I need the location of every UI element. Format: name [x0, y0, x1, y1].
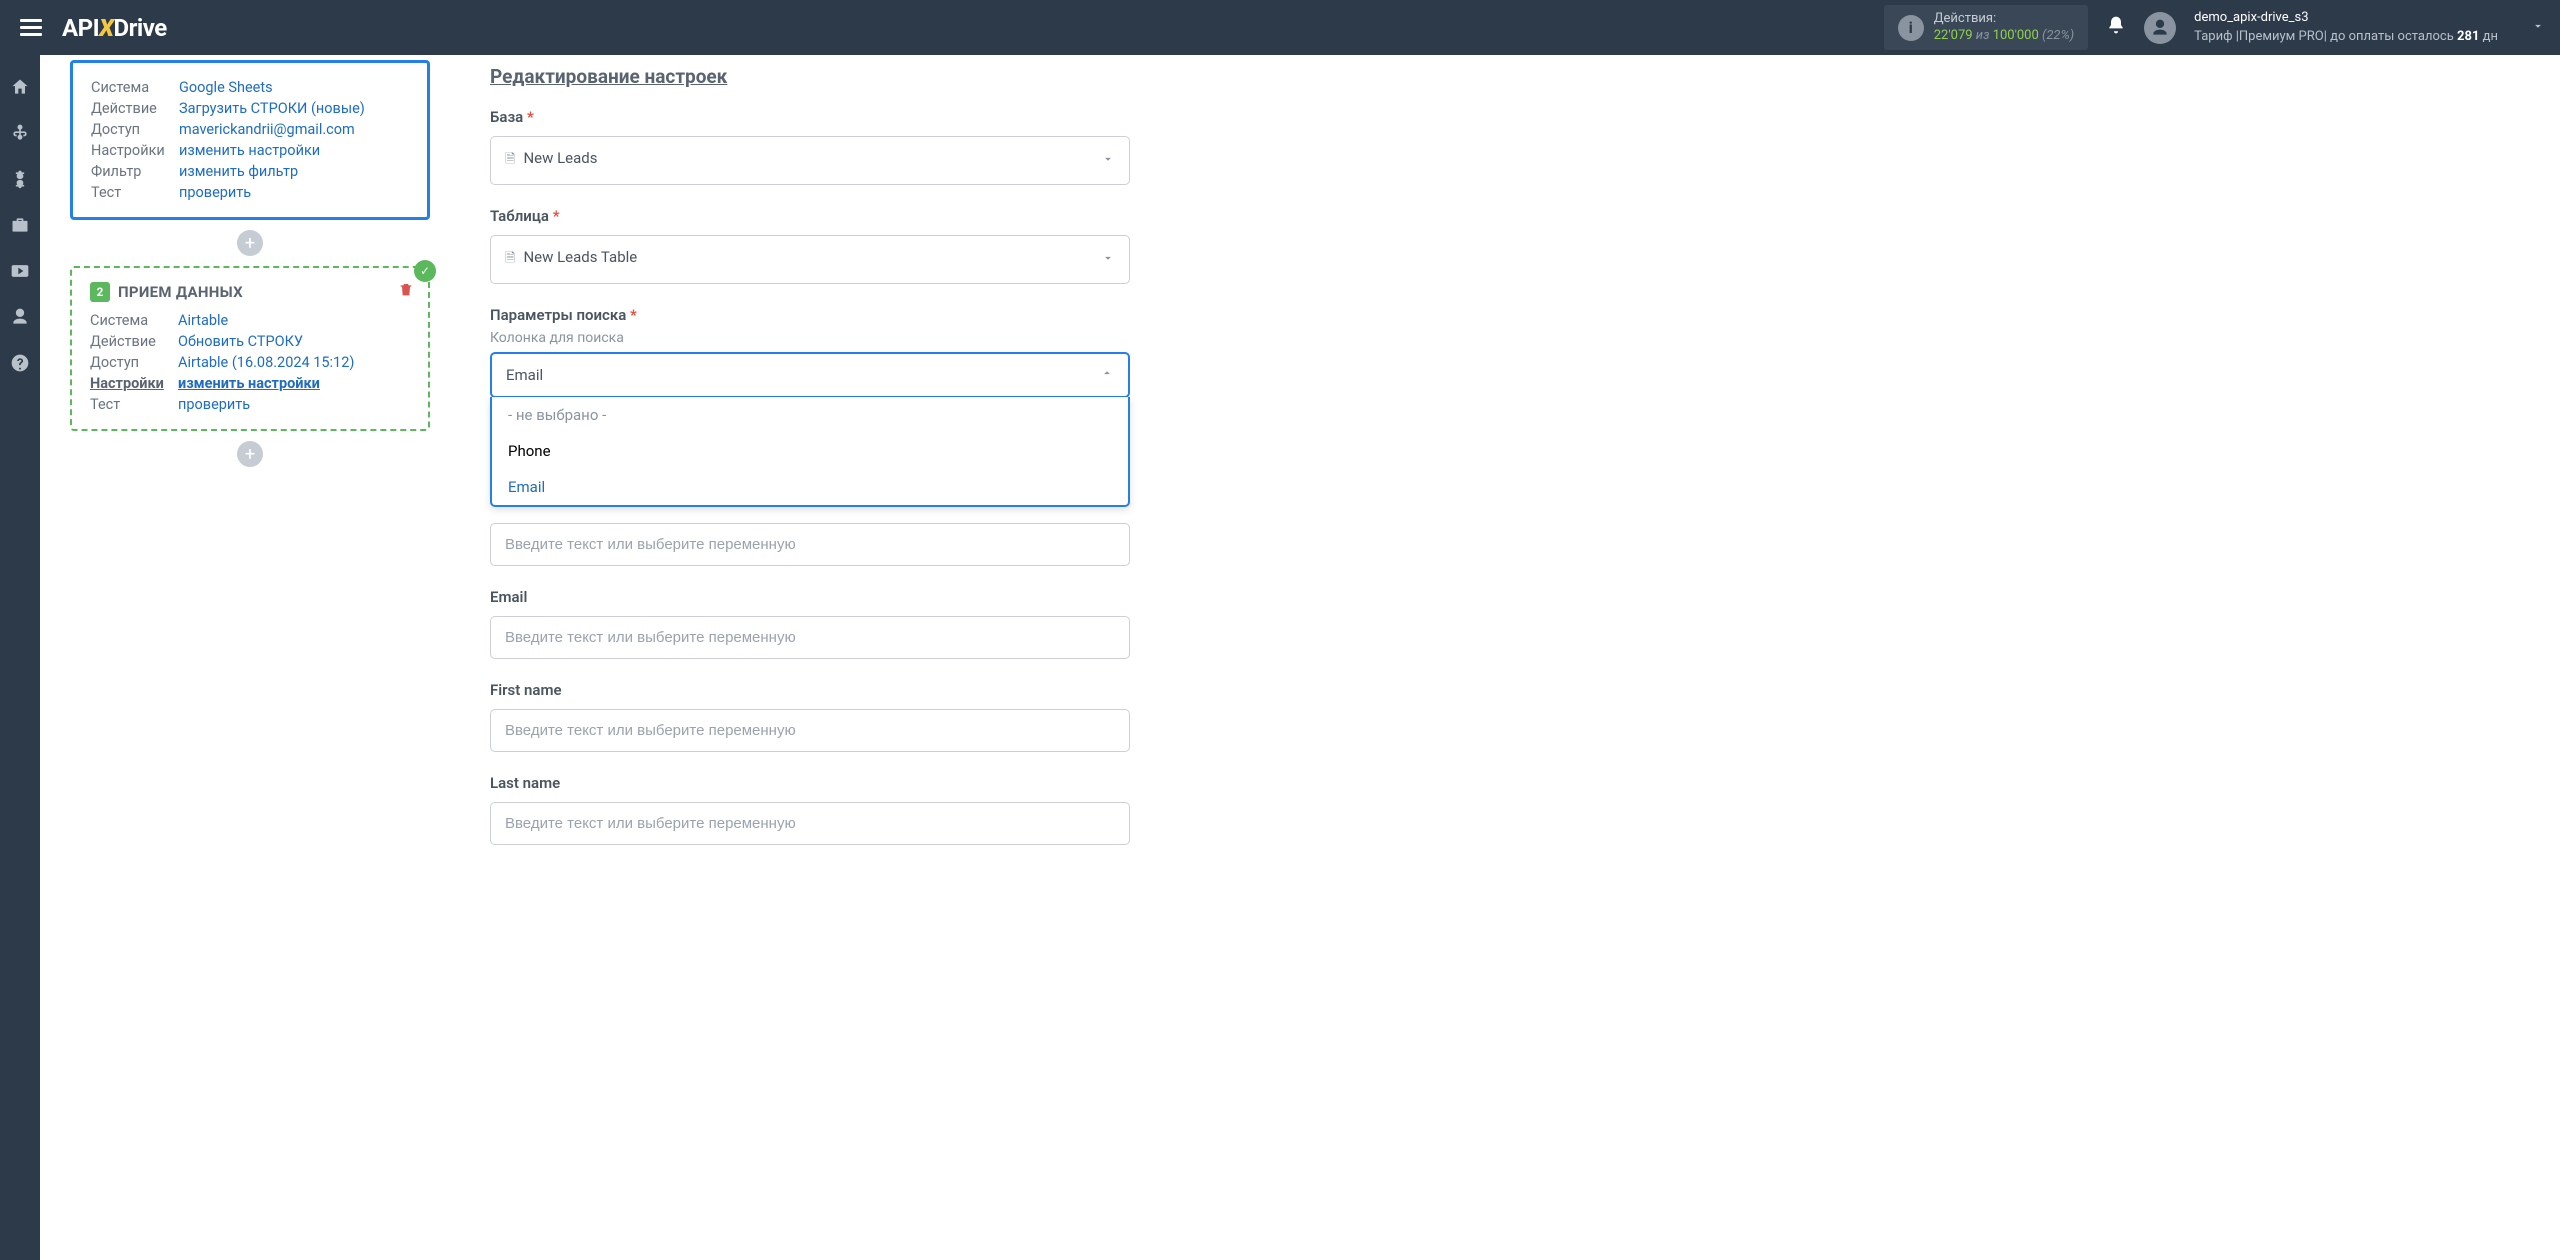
card-row-value[interactable]: изменить настройки: [179, 142, 320, 159]
dropdown-option[interactable]: Phone: [492, 433, 1128, 469]
card-row: Настройкиизменить настройки: [91, 140, 409, 161]
info-icon: i: [1898, 15, 1924, 41]
chevron-down-icon: [1101, 152, 1115, 170]
card-row-value[interactable]: Airtable: [178, 312, 228, 329]
user-info: demo_apix-drive_s3 Тариф |Премиум PRO| д…: [2194, 9, 2498, 45]
section-title: Редактирование настроек: [490, 65, 1130, 88]
rail-account-icon[interactable]: [8, 305, 32, 329]
add-step-button[interactable]: +: [237, 230, 263, 256]
card-row-label: Настройки: [90, 375, 178, 392]
card-row-label: Система: [91, 79, 179, 96]
card-row-value[interactable]: Загрузить СТРОКИ (новые): [179, 100, 365, 117]
avatar[interactable]: [2144, 12, 2176, 44]
notifications-icon[interactable]: [2106, 15, 2126, 40]
card-row: СистемаGoogle Sheets: [91, 77, 409, 98]
table-select[interactable]: 🗎New Leads Table: [490, 235, 1130, 284]
chevron-up-icon: [1100, 366, 1114, 384]
step-number-badge: 2: [90, 282, 110, 302]
rail-briefcase-icon[interactable]: [8, 213, 32, 237]
card-row-value[interactable]: Обновить СТРОКУ: [178, 333, 303, 350]
card-row-label: Тест: [91, 184, 179, 201]
delete-step-icon[interactable]: [398, 282, 414, 302]
card-row: ДействиеОбновить СТРОКУ: [90, 331, 410, 352]
first-name-input[interactable]: [490, 709, 1130, 752]
card-row: Фильтризменить фильтр: [91, 161, 409, 182]
user-menu-chevron-icon[interactable]: [2531, 18, 2545, 37]
left-rail: [0, 55, 40, 1260]
rail-billing-icon[interactable]: [8, 167, 32, 191]
chevron-down-icon: [1101, 251, 1115, 269]
card-row-value[interactable]: maverickandrii@gmail.com: [179, 121, 355, 138]
document-icon: 🗎: [505, 251, 515, 266]
card-row-label: Действие: [90, 333, 178, 350]
rail-video-icon[interactable]: [8, 259, 32, 283]
rail-connections-icon[interactable]: [8, 121, 32, 145]
rail-home-icon[interactable]: [8, 75, 32, 99]
rail-help-icon[interactable]: [8, 351, 32, 375]
base-select[interactable]: 🗎New Leads: [490, 136, 1130, 185]
card-row-label: Действие: [91, 100, 179, 117]
card-row: ДоступAirtable (16.08.2024 15:12): [90, 352, 410, 373]
card-row-value[interactable]: проверить: [178, 396, 250, 413]
card-row: Тестпроверить: [90, 394, 410, 415]
card-row: Доступmaverickandrii@gmail.com: [91, 119, 409, 140]
card-row-label: Доступ: [90, 354, 178, 371]
card-row-value[interactable]: Google Sheets: [179, 79, 273, 96]
card-row-value[interactable]: Airtable (16.08.2024 15:12): [178, 354, 354, 371]
card-row: ДействиеЗагрузить СТРОКИ (новые): [91, 98, 409, 119]
card-row: Настройкиизменить настройки: [90, 373, 410, 394]
card-row-value[interactable]: изменить настройки: [178, 375, 320, 392]
last-name-label: Last name: [490, 774, 1130, 792]
hamburger-menu[interactable]: [15, 10, 47, 45]
card-row-value[interactable]: изменить фильтр: [179, 163, 298, 180]
search-value-input[interactable]: [490, 523, 1130, 566]
card-row: Тестпроверить: [91, 182, 409, 203]
base-label: База *: [490, 108, 1130, 126]
destination-card: ✓ 2 ПРИЕМ ДАННЫХ СистемаAirtableДействие…: [70, 266, 430, 431]
card-row: СистемаAirtable: [90, 310, 410, 331]
logo[interactable]: APIXDrive: [62, 14, 167, 42]
card-row-label: Система: [90, 312, 178, 329]
topbar: APIXDrive i Действия: 22'079 из 100'000 …: [0, 0, 2560, 55]
user-name: demo_apix-drive_s3: [2194, 9, 2498, 27]
step-title: ПРИЕМ ДАННЫХ: [118, 283, 243, 301]
add-step-button[interactable]: +: [237, 441, 263, 467]
email-label: Email: [490, 588, 1130, 606]
actions-value: 22'079 из 100'000 (22%): [1934, 28, 2074, 45]
last-name-input[interactable]: [490, 802, 1130, 845]
source-card: СистемаGoogle SheetsДействиеЗагрузить СТ…: [70, 60, 430, 220]
actions-label: Действия:: [1934, 11, 2074, 28]
user-tariff: Тариф |Премиум PRO| до оплаты осталось 2…: [2194, 28, 2498, 46]
search-column-select[interactable]: Email: [490, 352, 1130, 398]
card-row-label: Настройки: [91, 142, 179, 159]
search-params-label: Параметры поиска *: [490, 306, 1130, 324]
card-row-label: Фильтр: [91, 163, 179, 180]
search-column-dropdown: - не выбрано -PhoneEmail: [490, 397, 1130, 507]
table-label: Таблица *: [490, 207, 1130, 225]
check-badge-icon: ✓: [414, 260, 436, 282]
document-icon: 🗎: [505, 152, 515, 167]
first-name-label: First name: [490, 681, 1130, 699]
actions-counter[interactable]: i Действия: 22'079 из 100'000 (22%): [1884, 5, 2088, 51]
email-input[interactable]: [490, 616, 1130, 659]
card-row-label: Тест: [90, 396, 178, 413]
search-column-sublabel: Колонка для поиска: [490, 330, 1130, 346]
dropdown-option[interactable]: - не выбрано -: [492, 397, 1128, 433]
card-row-label: Доступ: [91, 121, 179, 138]
dropdown-option[interactable]: Email: [492, 469, 1128, 505]
card-row-value[interactable]: проверить: [179, 184, 251, 201]
